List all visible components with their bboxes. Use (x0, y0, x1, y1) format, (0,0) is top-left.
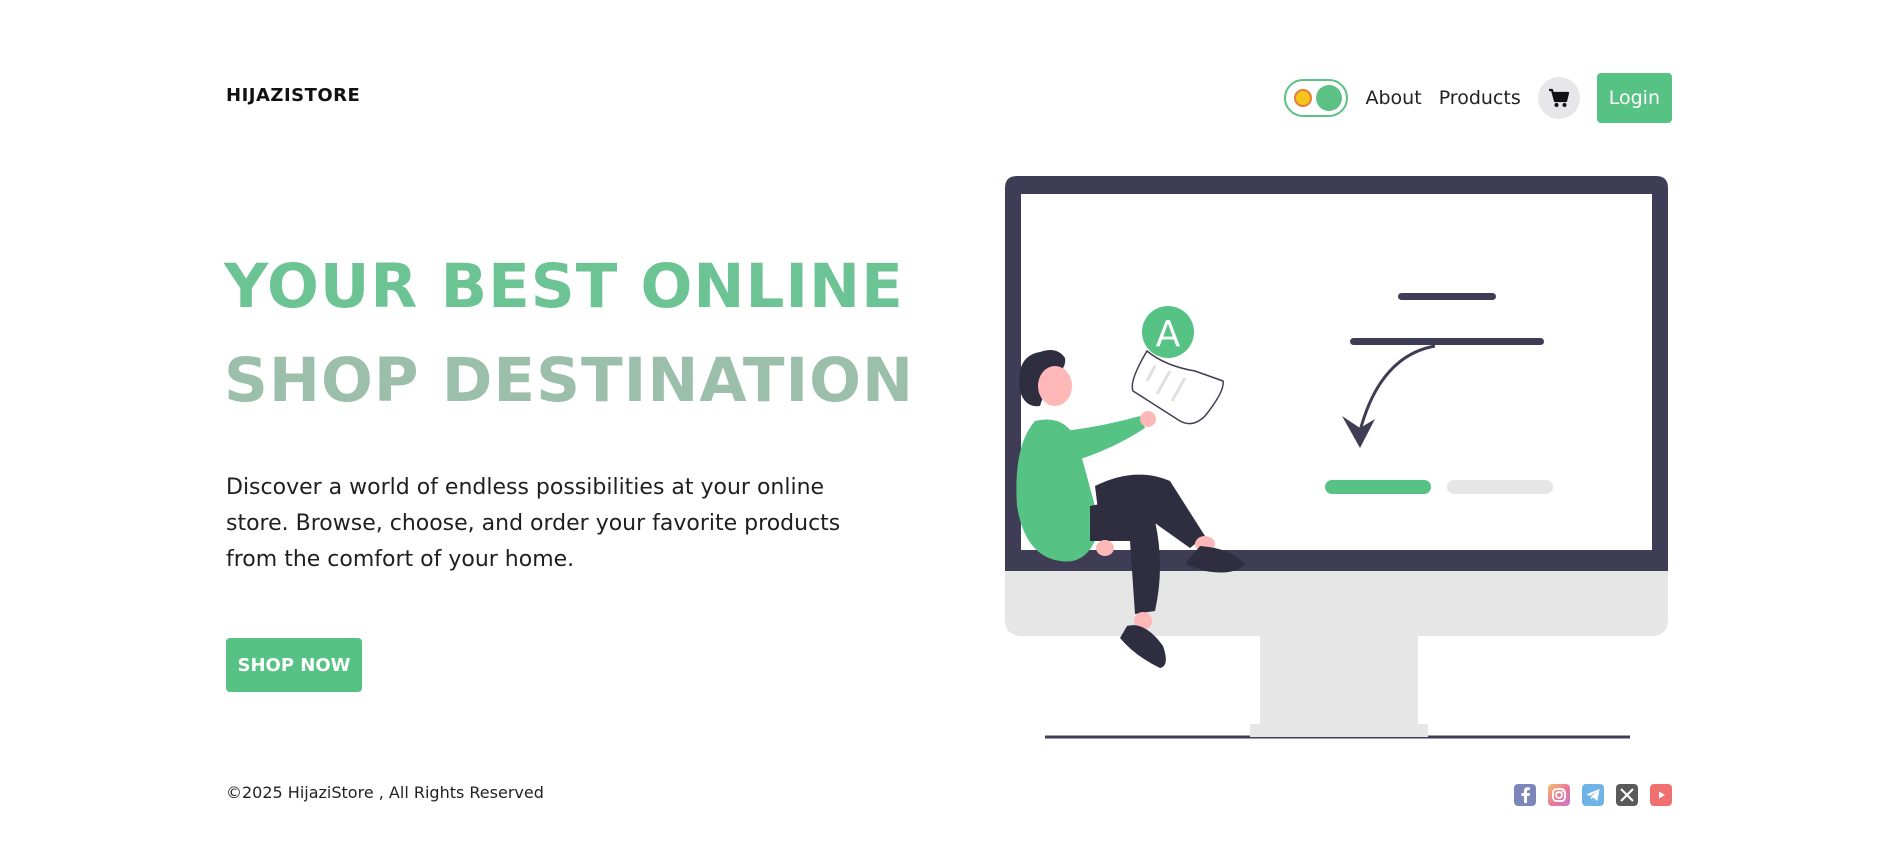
nav-products-link[interactable]: Products (1439, 87, 1521, 109)
person-face (1038, 366, 1072, 406)
cart-icon (1548, 88, 1569, 107)
facebook-icon[interactable] (1514, 784, 1536, 806)
telegram-icon[interactable] (1582, 784, 1604, 806)
screen-progress-green (1325, 480, 1431, 494)
theme-toggle[interactable] (1283, 79, 1348, 117)
nav-about-link[interactable]: About (1366, 87, 1422, 109)
x-icon[interactable] (1616, 784, 1638, 806)
main-nav: About Products Login (1283, 73, 1672, 123)
screen-line-short (1398, 293, 1496, 300)
cart-button[interactable] (1537, 77, 1580, 119)
shop-now-button[interactable]: SHOP NOW (226, 638, 362, 692)
youtube-icon[interactable] (1650, 784, 1672, 806)
monitor-stand (1260, 636, 1418, 731)
hero-illustration: A (1005, 176, 1668, 739)
hero-description: Discover a world of endless possibilitie… (226, 475, 841, 572)
social-links (1514, 784, 1672, 806)
monitor-chin (1005, 566, 1668, 636)
hero-headline-line2: SHOP DESTINATION (224, 345, 915, 416)
monitor-base (1250, 724, 1428, 737)
badge-letter: A (1156, 314, 1181, 355)
footer-copyright: ©2025 HijaziStore , All Rights Reserved (226, 783, 544, 802)
brand-logo[interactable]: HIJAZISTORE (226, 85, 360, 106)
instagram-icon[interactable] (1548, 784, 1570, 806)
screen-progress-gray (1447, 480, 1553, 494)
hero-headline: YOUR BEST ONLINE SHOP DESTINATION (224, 240, 914, 428)
toggle-knob (1315, 85, 1342, 111)
login-button[interactable]: Login (1596, 73, 1672, 123)
sun-icon (1293, 89, 1312, 107)
hero-headline-line1: YOUR BEST ONLINE (224, 251, 904, 322)
screen-line-long (1350, 338, 1544, 345)
